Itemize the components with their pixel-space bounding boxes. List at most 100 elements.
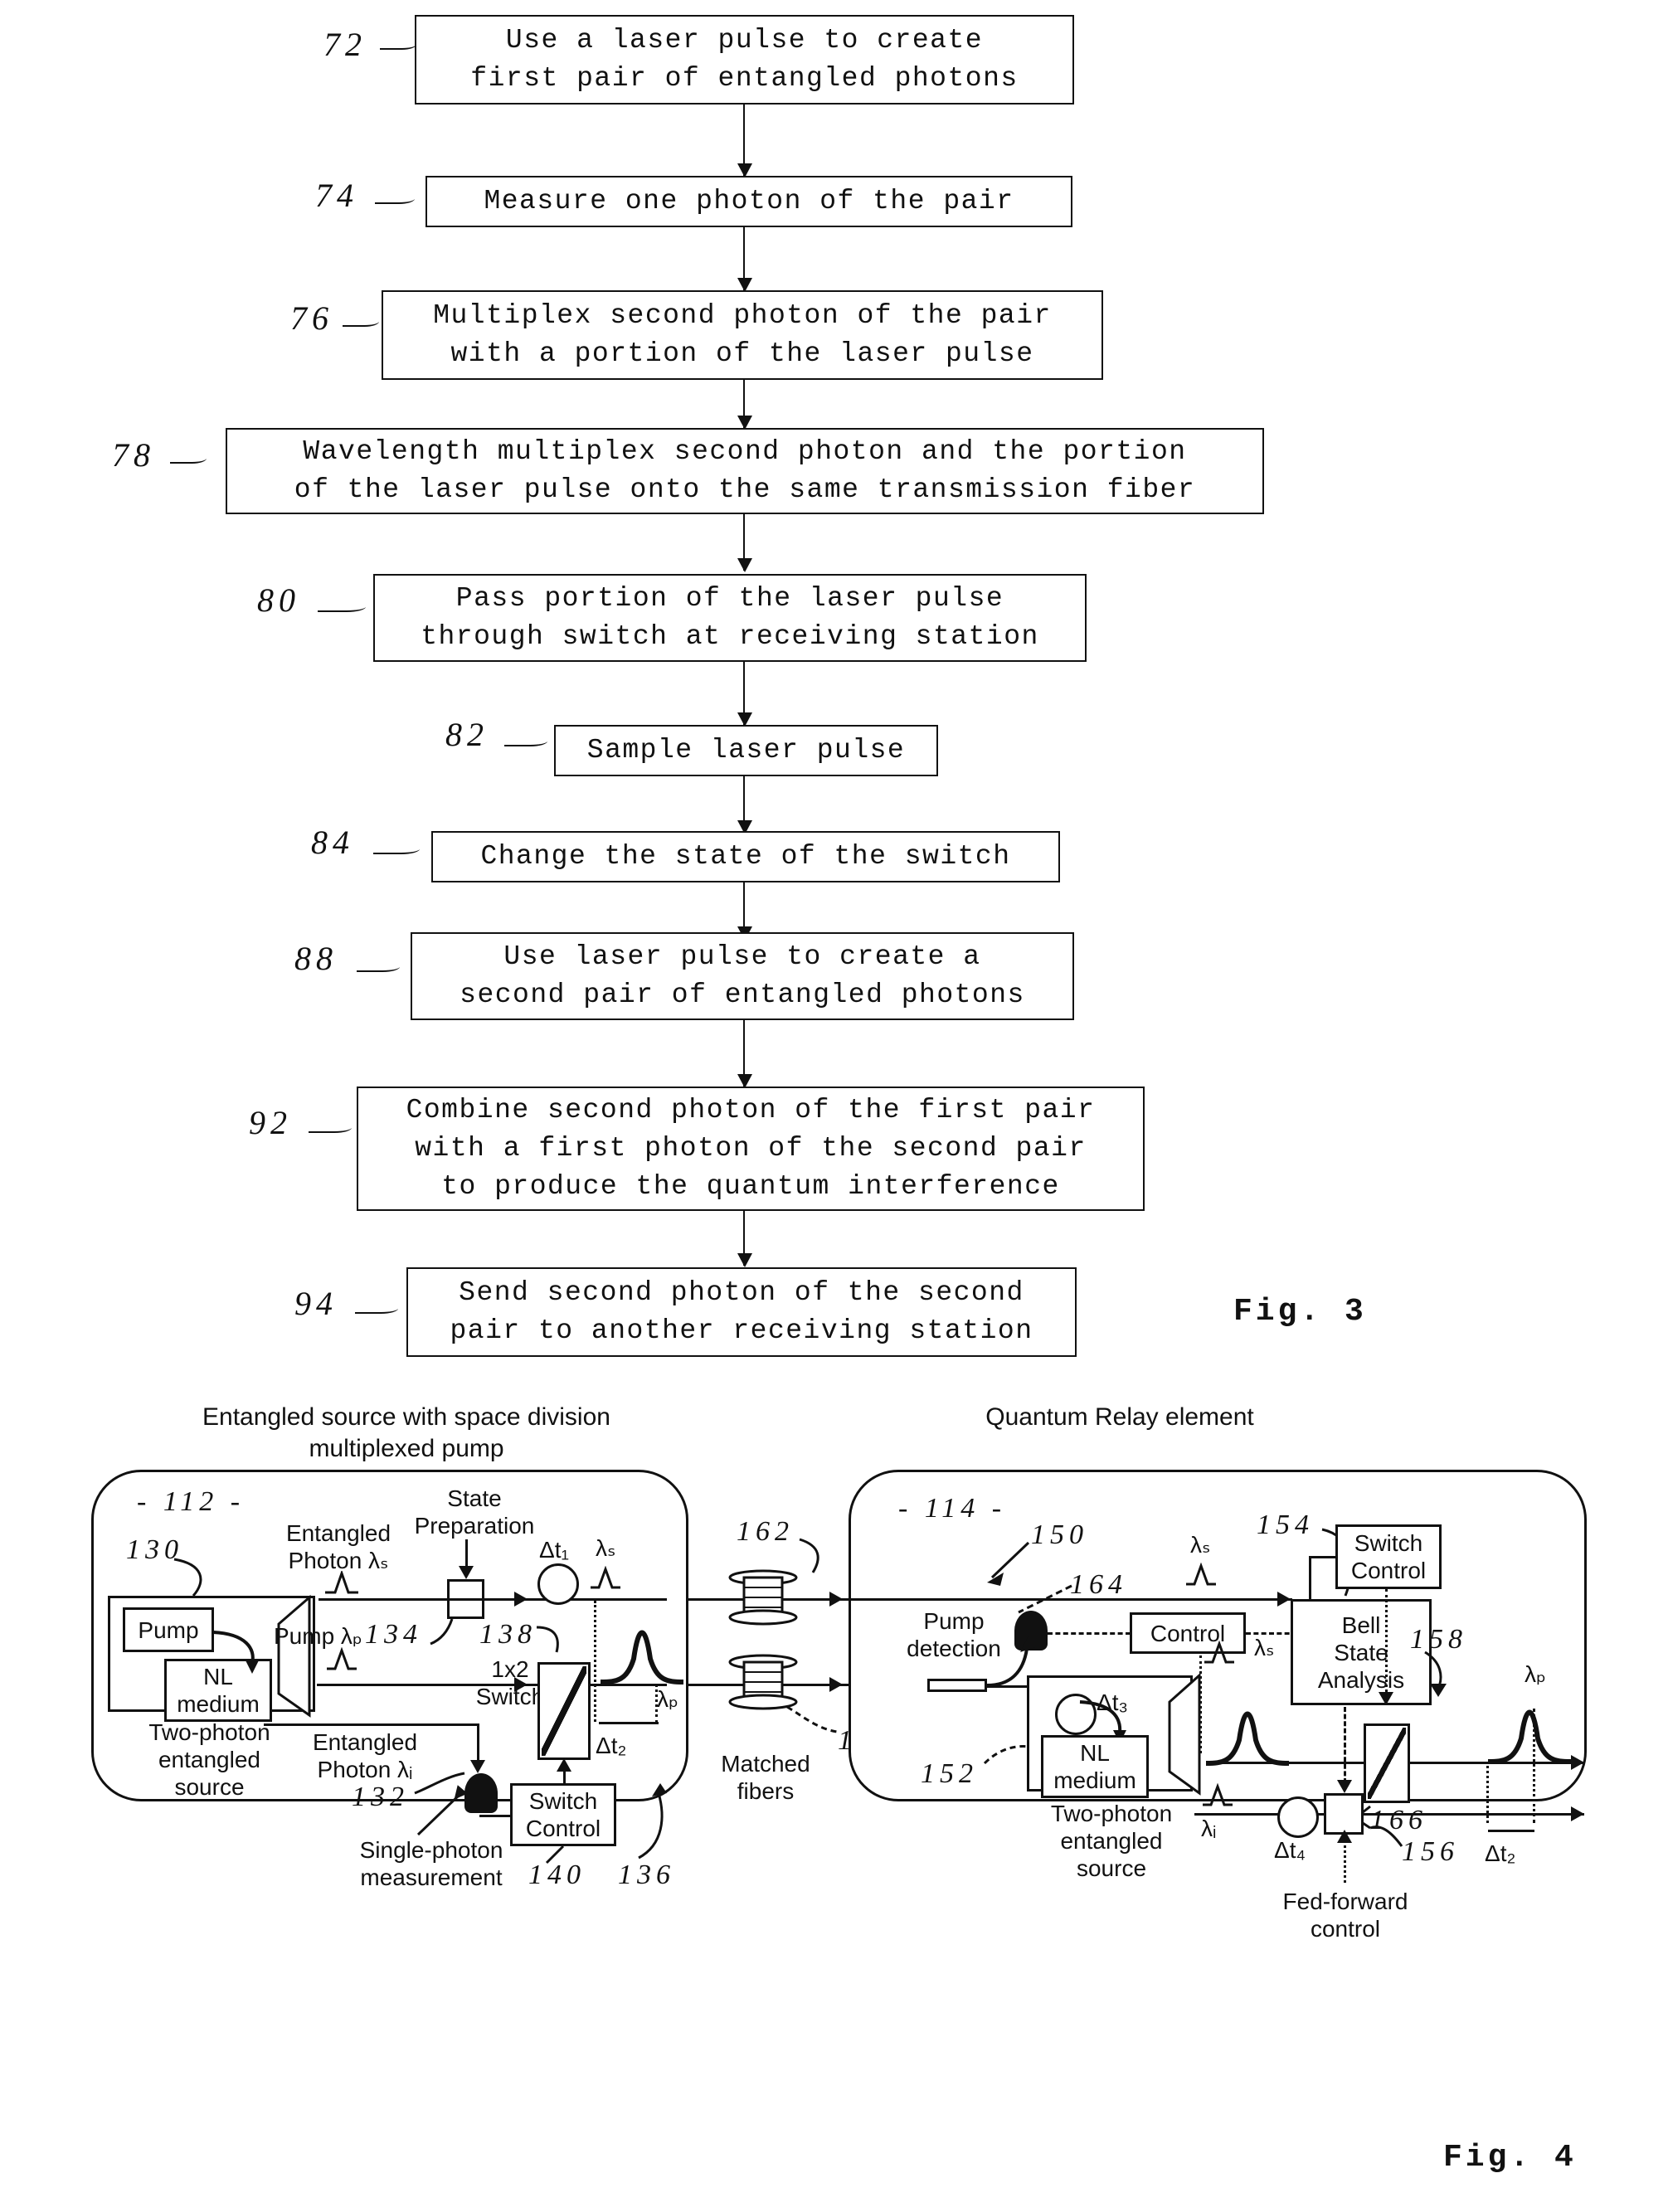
relay-idler-out-arrow bbox=[1571, 1806, 1584, 1821]
ref-number-138: 138 bbox=[479, 1619, 537, 1650]
single-photon-measurement-label: Single-photon measurement bbox=[323, 1836, 539, 1891]
caption-line: Single-photon bbox=[359, 1837, 503, 1863]
signal-rail-left bbox=[319, 1598, 667, 1601]
step-box-76: Multiplex second photon of the pair with… bbox=[382, 290, 1103, 380]
ref-leader-74 bbox=[375, 191, 415, 204]
lambda-i-label-relay: λᵢ bbox=[1201, 1816, 1217, 1841]
ref-leader-80 bbox=[318, 599, 366, 612]
ref-number-162: 162 bbox=[737, 1516, 794, 1547]
output-marker-left bbox=[1486, 1762, 1489, 1823]
caption-line: measurement bbox=[360, 1864, 503, 1890]
switch-control-to-modulator bbox=[1385, 1589, 1388, 1697]
figure-3: 72 Use a laser pulse to create first pai… bbox=[0, 0, 1668, 1393]
ref-leader-76 bbox=[343, 314, 379, 327]
fed-forward-modulator[interactable] bbox=[1324, 1793, 1364, 1835]
ref-number-92: 92 bbox=[249, 1104, 292, 1141]
flow-arrow bbox=[737, 776, 752, 834]
switch-label: Switch bbox=[1354, 1530, 1423, 1556]
relay-pump-peak bbox=[1205, 1711, 1290, 1766]
delta-t2-label-right: Δt₂ bbox=[1485, 1840, 1516, 1866]
pump-box: Pump bbox=[123, 1607, 214, 1652]
step-box-78: Wavelength multiplex second photon and t… bbox=[226, 428, 1264, 514]
ref-leader-140 bbox=[545, 1845, 565, 1864]
step-line: Wavelength multiplex second photon and t… bbox=[303, 436, 1187, 467]
modulator-166[interactable] bbox=[1364, 1723, 1410, 1803]
pulse-glyph-s-left bbox=[325, 1571, 358, 1594]
idler-detector-arrowhead bbox=[470, 1760, 485, 1773]
step-box-80: Pass portion of the laser pulse through … bbox=[373, 574, 1087, 662]
figure-4-label: Fig. 4 bbox=[1443, 2140, 1577, 2176]
ref-number-74: 74 bbox=[315, 177, 358, 214]
nl-label: NL bbox=[1080, 1740, 1110, 1766]
relay-signal-arrow bbox=[1277, 1592, 1291, 1607]
figure-3-label: Fig. 3 bbox=[1233, 1294, 1367, 1330]
flow-arrow bbox=[737, 380, 752, 430]
step-line: Use laser pulse to create a bbox=[503, 941, 981, 972]
single-photon-detector-left bbox=[464, 1773, 498, 1813]
ref-leader-72 bbox=[380, 36, 416, 50]
caption-line: Entangled bbox=[312, 1729, 418, 1755]
bsa-to-fedforward-line bbox=[1344, 1707, 1346, 1783]
fed-forward-control-label: Fed-forward control bbox=[1271, 1888, 1420, 1942]
step-line: with a first photon of the second pair bbox=[415, 1133, 1087, 1164]
flow-arrow bbox=[737, 662, 752, 727]
step-box-92: Combine second photon of the first pair … bbox=[357, 1087, 1145, 1211]
caption-line: Preparation bbox=[414, 1513, 535, 1539]
step-line: with a portion of the laser pulse bbox=[450, 338, 1034, 369]
switch-label: Switch bbox=[528, 1788, 598, 1814]
pulse-glyph-p-left bbox=[327, 1647, 357, 1670]
step-line: Use a laser pulse to create bbox=[505, 25, 984, 56]
two-photon-source-caption-right: Two-photon entangled source bbox=[1020, 1800, 1203, 1882]
ref-number-156: 156 bbox=[1402, 1836, 1459, 1867]
switch-control-box-left[interactable]: Switch Control bbox=[510, 1783, 616, 1846]
prism-left bbox=[277, 1594, 311, 1718]
switch-control-box-right[interactable]: Switch Control bbox=[1335, 1524, 1442, 1589]
pump-lambda-p-label: Pump λₚ bbox=[274, 1623, 362, 1649]
flow-arrow bbox=[737, 227, 752, 292]
ref-number-88: 88 bbox=[294, 940, 338, 977]
link-signal-arrow bbox=[829, 1592, 843, 1607]
ref-number-82: 82 bbox=[445, 716, 489, 753]
bsa-to-switch-control-h bbox=[1309, 1556, 1337, 1558]
step-line: through switch at receiving station bbox=[421, 621, 1039, 652]
figure-4: Entangled source with space division mul… bbox=[0, 1393, 1668, 2212]
step-box-72: Use a laser pulse to create first pair o… bbox=[415, 15, 1074, 105]
medium-label: medium bbox=[177, 1691, 260, 1717]
ref-leader-160 bbox=[786, 1705, 838, 1733]
flow-arrow bbox=[737, 1020, 752, 1088]
idler-to-detector-line bbox=[477, 1723, 479, 1763]
pump-peak-left bbox=[600, 1630, 684, 1685]
ref-leader-130 bbox=[173, 1558, 202, 1597]
delta-t1-label: Δt₁ bbox=[539, 1537, 569, 1563]
ref-number-112: - 112 - bbox=[137, 1486, 246, 1517]
ref-number-94: 94 bbox=[294, 1285, 338, 1322]
control-label: Control bbox=[525, 1816, 601, 1841]
ref-number-152: 152 bbox=[921, 1758, 978, 1789]
left-title-line: multiplexed pump bbox=[309, 1435, 504, 1462]
state-prep-arrowhead bbox=[459, 1566, 474, 1579]
idler-rail-left bbox=[264, 1723, 479, 1726]
ref-leader-92 bbox=[309, 1120, 352, 1133]
delta-t2-measure-left bbox=[599, 1722, 659, 1724]
flow-arrow bbox=[737, 514, 752, 572]
pump-label: Pump bbox=[138, 1616, 199, 1643]
step-line: Measure one photon of the pair bbox=[484, 186, 1014, 216]
fiber-connector bbox=[927, 1679, 987, 1692]
bsa-line: Bell bbox=[1341, 1612, 1381, 1638]
pulse-glyph-s-relay bbox=[1186, 1563, 1216, 1586]
control-label: Control bbox=[1350, 1558, 1427, 1583]
bsa-to-fedforward-arrow bbox=[1337, 1780, 1352, 1793]
caption-line: Fed-forward bbox=[1282, 1889, 1408, 1914]
lambda-s-label-relay: λₛ bbox=[1254, 1635, 1275, 1660]
ref-leader-138 bbox=[536, 1626, 559, 1653]
caption-line: Matched bbox=[721, 1751, 810, 1777]
output-marker-right bbox=[1533, 1709, 1535, 1823]
detector-to-switch-control bbox=[479, 1815, 513, 1817]
delta-t4-label: Δt₄ bbox=[1274, 1837, 1306, 1863]
step-line: Combine second photon of the first pair bbox=[406, 1095, 1096, 1125]
ref-number-150: 150 bbox=[1031, 1519, 1088, 1550]
figure-4-right-title: Quantum Relay element bbox=[985, 1403, 1254, 1431]
switch-control-arrow-left bbox=[557, 1758, 571, 1772]
switch-1x2-element[interactable] bbox=[537, 1662, 591, 1760]
ref-leader-158 bbox=[1424, 1650, 1447, 1697]
